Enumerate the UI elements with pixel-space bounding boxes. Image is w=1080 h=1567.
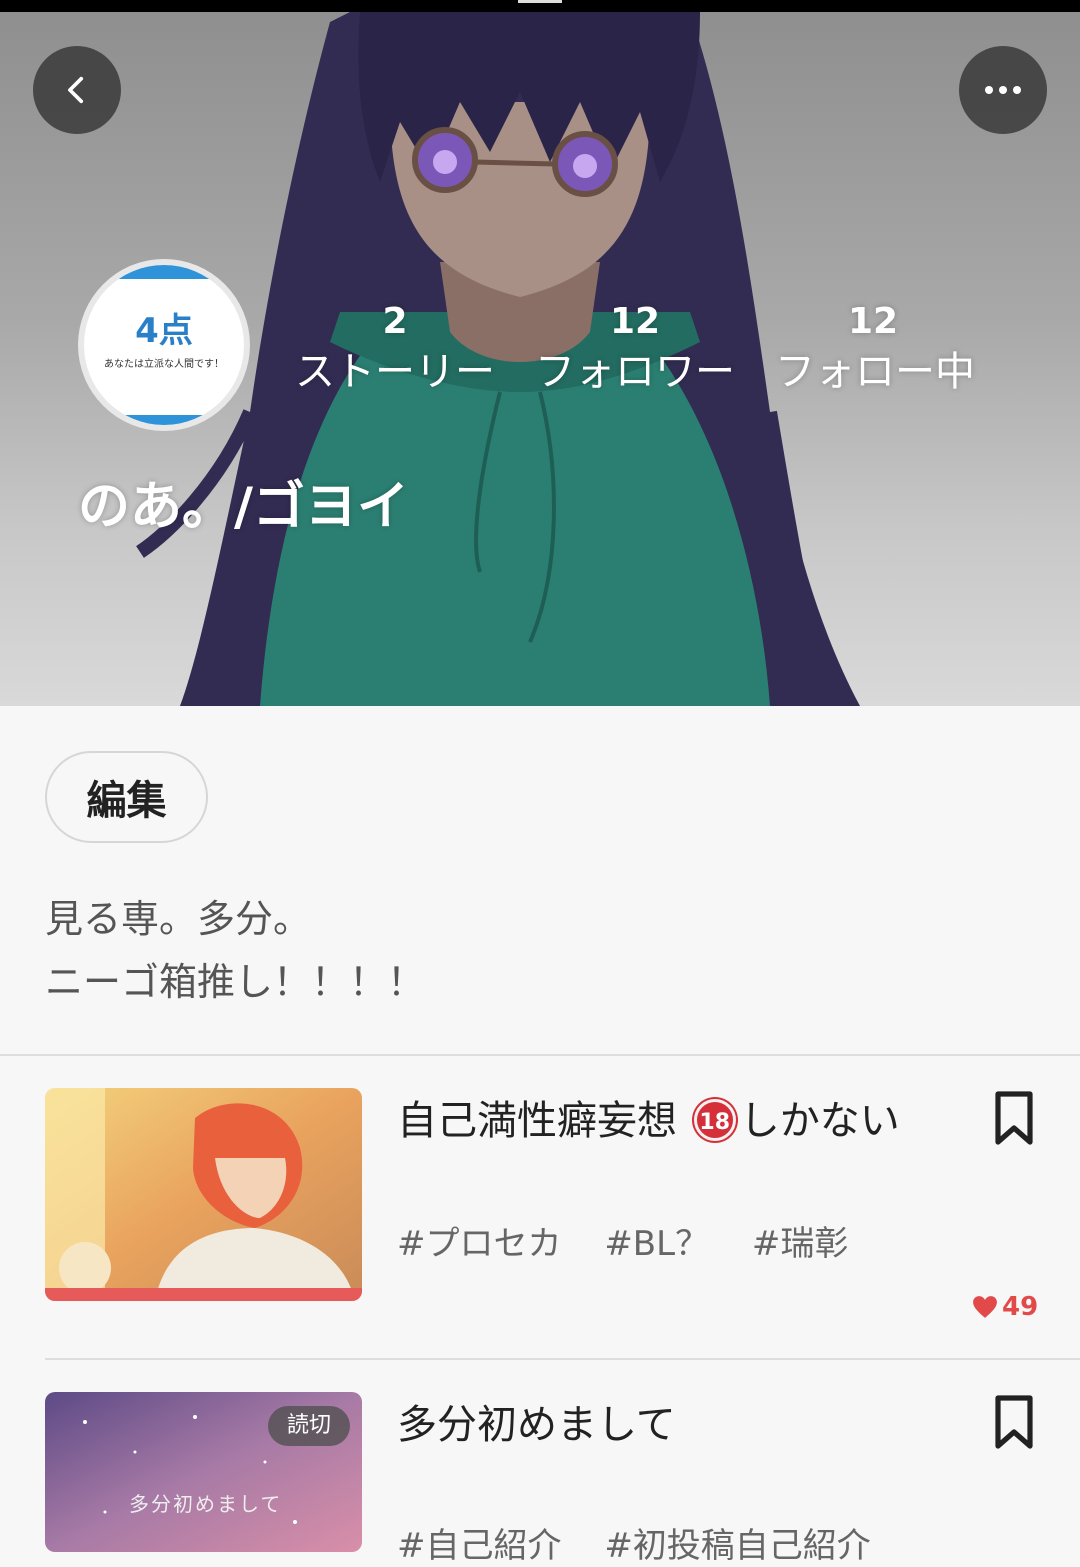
following-label: フォロー中 bbox=[775, 349, 975, 395]
like-count-value: 49 bbox=[1002, 1292, 1039, 1322]
section-divider bbox=[0, 1054, 1080, 1056]
followers-label: フォロワー bbox=[535, 349, 735, 395]
story-title-text: しかない bbox=[739, 1098, 900, 1144]
profile-header-background: 4点 あなたは立派な人間です！ 2 ストーリー 12 フォロワー 12 フォロー… bbox=[0, 12, 1080, 706]
tag[interactable]: #プロセカ bbox=[397, 1224, 562, 1264]
stories-label: ストーリー bbox=[295, 349, 495, 395]
stories-count: 2 bbox=[382, 301, 408, 342]
following-count: 12 bbox=[847, 301, 899, 342]
more-horizontal-icon bbox=[985, 86, 1021, 94]
bio-line: ニーゴ箱推し！！！！ bbox=[45, 960, 426, 1004]
stat-following[interactable]: 12 フォロー中 bbox=[775, 300, 975, 400]
avatar-caption: あなたは立派な人間です！ bbox=[104, 359, 224, 370]
tag[interactable]: #初投稿自己紹介 bbox=[604, 1526, 871, 1566]
chevron-left-icon bbox=[68, 76, 84, 104]
profile-bio: 見る専。多分。 ニーゴ箱推し！！！！ bbox=[45, 888, 425, 1014]
back-button[interactable] bbox=[33, 46, 121, 134]
followers-count: 12 bbox=[609, 301, 661, 342]
story-tags: #プロセカ #BL？ #瑞彰 bbox=[397, 1216, 880, 1265]
more-options-button[interactable] bbox=[959, 46, 1047, 134]
bookmark-icon[interactable] bbox=[990, 1394, 1038, 1450]
heart-icon bbox=[973, 1296, 997, 1318]
status-bar bbox=[0, 0, 1080, 12]
story-card[interactable]: 自己満性癖妄想 18 しかない #プロセカ #BL？ #瑞彰 49 bbox=[0, 1088, 1080, 1328]
edit-profile-button[interactable]: 編集 bbox=[45, 751, 208, 843]
story-card[interactable]: 多分初めまして 読切 多分初めまして #自己紹介 #初投稿自己紹介 bbox=[0, 1392, 1080, 1566]
story-title[interactable]: 自己満性癖妄想 18 しかない bbox=[397, 1088, 900, 1147]
bookmark-icon[interactable] bbox=[990, 1090, 1038, 1146]
tag[interactable]: #自己紹介 bbox=[397, 1526, 562, 1566]
status-indicator bbox=[518, 0, 562, 3]
tag[interactable]: #瑞彰 bbox=[752, 1224, 849, 1264]
story-tags: #自己紹介 #初投稿自己紹介 bbox=[397, 1518, 903, 1567]
story-divider bbox=[45, 1358, 1080, 1360]
thumbnail-caption: 多分初めまして bbox=[129, 1492, 283, 1516]
oneshot-badge: 読切 bbox=[268, 1406, 350, 1446]
story-thumbnail-image bbox=[45, 1088, 362, 1301]
avatar-band-top bbox=[84, 265, 244, 279]
tag[interactable]: #BL？ bbox=[604, 1224, 709, 1264]
avatar-band-bottom bbox=[84, 415, 244, 425]
username: のあ。/ゴヨイ bbox=[78, 477, 409, 537]
story-thumbnail[interactable]: 多分初めまして 読切 bbox=[45, 1392, 362, 1552]
story-title[interactable]: 多分初めまして bbox=[397, 1392, 676, 1450]
r18-badge-icon: 18 bbox=[693, 1099, 736, 1141]
avatar-score-text: 4点 bbox=[135, 311, 193, 351]
stat-followers[interactable]: 12 フォロワー bbox=[535, 300, 735, 400]
stat-stories[interactable]: 2 ストーリー bbox=[295, 300, 495, 400]
like-count: 49 bbox=[972, 1292, 1038, 1322]
story-title-text: 自己満性癖妄想 bbox=[397, 1098, 677, 1144]
avatar[interactable]: 4点 あなたは立派な人間です！ bbox=[78, 259, 250, 431]
bio-line: 見る専。多分。 bbox=[45, 897, 312, 941]
story-thumbnail[interactable] bbox=[45, 1088, 362, 1301]
